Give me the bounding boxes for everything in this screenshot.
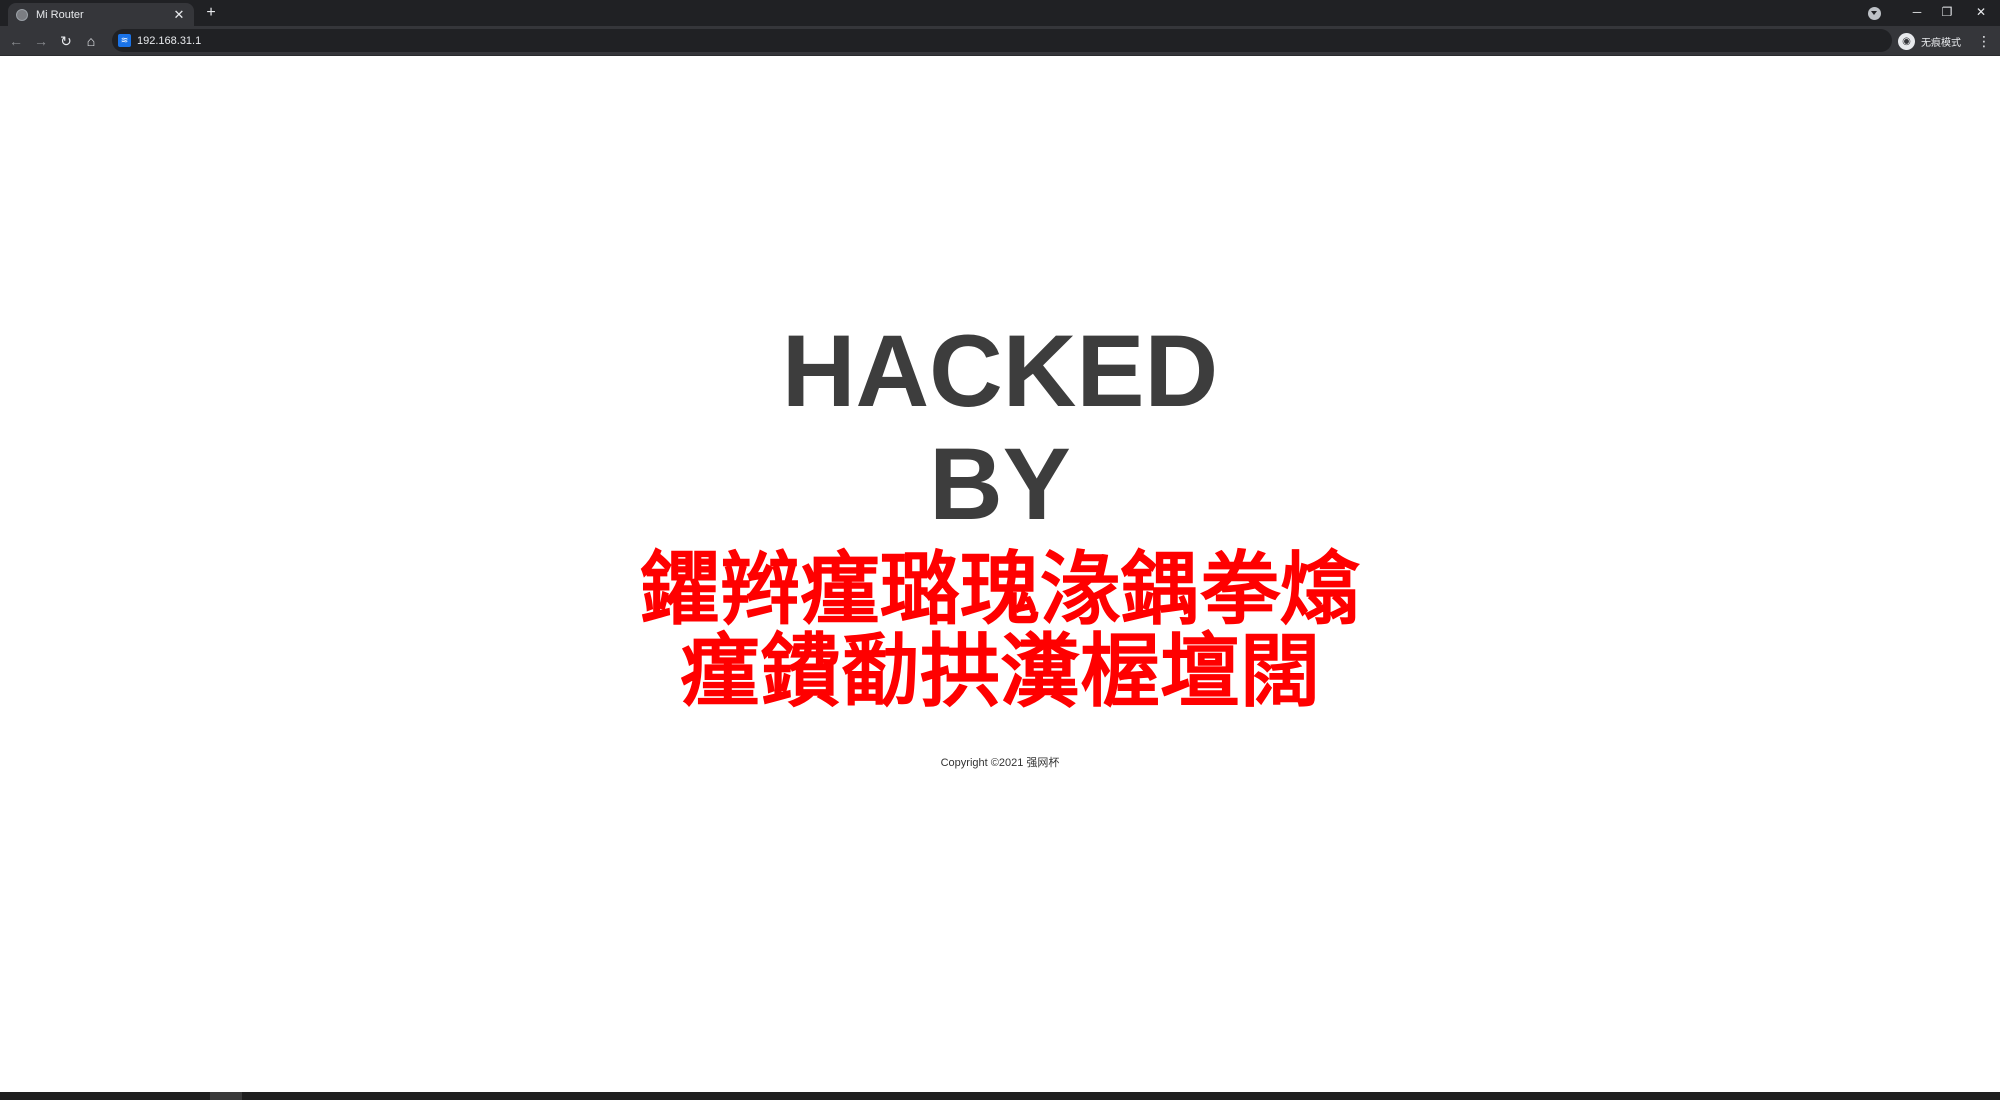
restore-button[interactable]: ❐: [1934, 2, 1960, 22]
hacked-heading: HACKED: [781, 314, 1219, 428]
tab-strip: Mi Router ✕ + ─ ❐ ✕: [0, 0, 2000, 26]
incognito-profile-button[interactable]: ◉ 无痕模式: [1898, 30, 1961, 52]
minimize-button[interactable]: ─: [1904, 2, 1930, 22]
reload-button[interactable]: ↻: [56, 31, 76, 51]
incognito-icon: ◉: [1898, 32, 1915, 50]
tab-title: Mi Router: [36, 8, 84, 21]
url-input[interactable]: [137, 34, 737, 47]
new-tab-button[interactable]: +: [202, 4, 220, 22]
home-button[interactable]: ⌂: [81, 31, 101, 51]
by-heading: BY: [929, 427, 1071, 541]
back-button[interactable]: ←: [6, 31, 26, 51]
browser-toolbar: ← → ↻ ⌂ ≋ ◉ 无痕模式 ⋮: [0, 26, 2000, 56]
tab-search-icon[interactable]: [1868, 7, 1881, 20]
address-bar[interactable]: ≋: [112, 29, 1892, 52]
taskbar-item[interactable]: [210, 1092, 242, 1100]
close-window-button[interactable]: ✕: [1968, 2, 1994, 22]
taskbar: [0, 1092, 2000, 1100]
browser-menu-button[interactable]: ⋮: [1976, 31, 1992, 51]
forward-button[interactable]: →: [31, 31, 51, 51]
incognito-label: 无痕模式: [1921, 37, 1961, 49]
garbled-text-line-1: 鑺辫瘽璐瑰湪鍝拳熻: [640, 543, 1360, 636]
globe-icon: [16, 8, 28, 21]
browser-tab[interactable]: Mi Router ✕: [8, 3, 194, 26]
close-tab-icon[interactable]: ✕: [172, 7, 186, 22]
wifi-icon[interactable]: ≋: [118, 34, 131, 47]
garbled-text-line-2: 瘽鐨勫拱瀵楃壇闊: [680, 625, 1320, 718]
copyright-text: Copyright ©2021 强网杯: [940, 757, 1060, 769]
